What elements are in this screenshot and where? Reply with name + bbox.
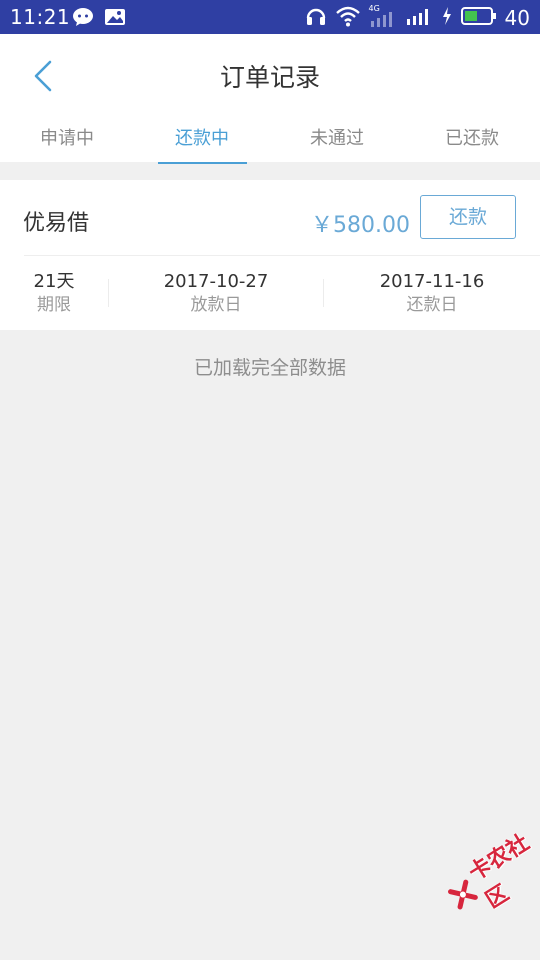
loan-date-column: 2017-10-27 放款日 — [146, 271, 286, 317]
repay-date-value: 2017-11-16 — [379, 271, 485, 292]
loan-date-value: 2017-10-27 — [163, 271, 269, 292]
order-amount: ￥580.00 — [311, 213, 410, 238]
list-end-text: 已加载完全部数据 — [193, 357, 346, 379]
signal-icon — [405, 5, 433, 31]
lender-name: 优易借 — [23, 211, 90, 236]
status-time: 11:21 — [10, 5, 71, 29]
tab-repaid[interactable]: 已还款 — [432, 124, 512, 162]
page-title: 订单记录 — [219, 63, 320, 92]
repay-date-label: 还款日 — [406, 295, 458, 315]
term-label: 期限 — [37, 295, 71, 315]
status-right: 4G 40 — [305, 4, 530, 31]
status-bar: 11:21 4G 40 — [0, 0, 540, 34]
headset-icon — [305, 5, 327, 31]
watermark: 卡农社区 — [436, 821, 540, 930]
order-card: 优易借 ￥580.00 还款 21天 期限 2017-10-27 放款日 201… — [0, 180, 540, 330]
term-column: 21天 期限 — [14, 271, 94, 317]
divider — [24, 255, 540, 256]
signal-4g-icon: 4G — [369, 4, 397, 29]
wifi-icon — [335, 5, 361, 31]
term-value: 21天 — [33, 271, 75, 292]
repay-date-column: 2017-11-16 还款日 — [362, 271, 502, 317]
column-divider — [323, 279, 324, 307]
tab-applying[interactable]: 申请中 — [27, 124, 107, 162]
wechat-icon — [72, 7, 94, 31]
image-notification-icon — [104, 7, 126, 31]
battery-icon — [460, 6, 497, 30]
notification-icons — [72, 7, 126, 31]
tab-bar: 申请中 还款中 未通过 已还款 — [0, 124, 540, 162]
column-divider — [108, 279, 109, 307]
repay-button[interactable]: 还款 — [420, 195, 516, 239]
battery-level: 40 — [504, 6, 530, 30]
charging-icon — [441, 5, 453, 31]
header: 订单记录 申请中 还款中 未通过 已还款 — [0, 34, 540, 162]
tab-repaying[interactable]: 还款中 — [162, 124, 242, 162]
loan-date-label: 放款日 — [190, 295, 242, 315]
active-tab-indicator — [158, 162, 247, 164]
tab-rejected[interactable]: 未通过 — [297, 124, 377, 162]
